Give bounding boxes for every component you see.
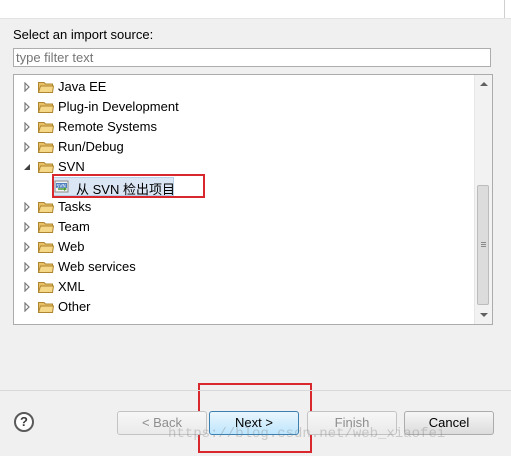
expand-arrow-icon[interactable]	[22, 142, 32, 152]
folder-open-icon	[38, 162, 54, 173]
tree-item-label: Other	[58, 299, 91, 314]
folder-icon	[38, 102, 54, 113]
tree-item-web[interactable]: Web	[14, 237, 474, 257]
grip-line	[481, 246, 486, 247]
tree-item-label: Team	[58, 219, 90, 234]
expand-arrow-icon[interactable]	[22, 302, 32, 312]
folder-icon	[38, 222, 54, 233]
expand-arrow-icon[interactable]	[22, 82, 32, 92]
tree-item-tasks[interactable]: Tasks	[14, 197, 474, 217]
filter-input[interactable]	[13, 48, 491, 67]
folder-icon	[38, 302, 54, 313]
expand-arrow-icon[interactable]	[22, 222, 32, 232]
folder-icon	[38, 262, 54, 273]
tree-scrollbar[interactable]	[474, 75, 492, 324]
grip-line	[481, 242, 486, 243]
window-edge	[504, 0, 505, 18]
tree-item-label: SVN	[58, 159, 85, 174]
tree-item-label: Web	[58, 239, 85, 254]
tree-item-label: Web services	[58, 259, 136, 274]
scroll-up-arrow-icon[interactable]	[480, 82, 488, 86]
scrollbar-thumb[interactable]	[477, 185, 489, 305]
folder-icon	[38, 122, 54, 133]
button-bar-separator	[0, 390, 511, 391]
expand-arrow-icon[interactable]	[22, 122, 32, 132]
tree-item-plug-in-development[interactable]: Plug-in Development	[14, 97, 474, 117]
watermark-text: https://blog.csdn.net/web_xiaofei	[168, 426, 446, 442]
grip-line	[481, 244, 486, 245]
tree-item-label: Java EE	[58, 79, 107, 94]
folder-icon	[38, 82, 54, 93]
tree-item-java-ee[interactable]: Java EE	[14, 77, 474, 97]
folder-icon	[38, 142, 54, 153]
folder-icon	[38, 282, 54, 293]
highlight-box-svn-checkout	[52, 174, 205, 198]
expand-arrow-icon[interactable]	[22, 262, 32, 272]
tree-item-remote-systems[interactable]: Remote Systems	[14, 117, 474, 137]
tree-item-web-services[interactable]: Web services	[14, 257, 474, 277]
tree-item-team[interactable]: Team	[14, 217, 474, 237]
import-source-tree[interactable]: Java EE Plug-in Development Remote Syste…	[13, 74, 493, 325]
tree-item-label: Plug-in Development	[58, 99, 179, 114]
tree-item-label: XML	[58, 279, 85, 294]
import-source-prompt: Select an import source:	[13, 27, 154, 42]
expand-arrow-icon[interactable]	[22, 102, 32, 112]
top-strip	[0, 0, 511, 19]
tree-item-other[interactable]: Other	[14, 297, 474, 317]
expand-arrow-icon[interactable]	[22, 282, 32, 292]
help-icon[interactable]: ?	[14, 412, 34, 432]
tree-item-xml[interactable]: XML	[14, 277, 474, 297]
collapse-arrow-icon[interactable]	[22, 162, 32, 172]
tree-item-label: Remote Systems	[58, 119, 157, 134]
folder-icon	[38, 202, 54, 213]
scroll-down-arrow-icon[interactable]	[480, 313, 488, 317]
tree-item-label: Run/Debug	[58, 139, 124, 154]
folder-icon	[38, 242, 54, 253]
expand-arrow-icon[interactable]	[22, 242, 32, 252]
tree-item-run-debug[interactable]: Run/Debug	[14, 137, 474, 157]
tree-item-label: Tasks	[58, 199, 92, 214]
expand-arrow-icon[interactable]	[22, 202, 32, 212]
